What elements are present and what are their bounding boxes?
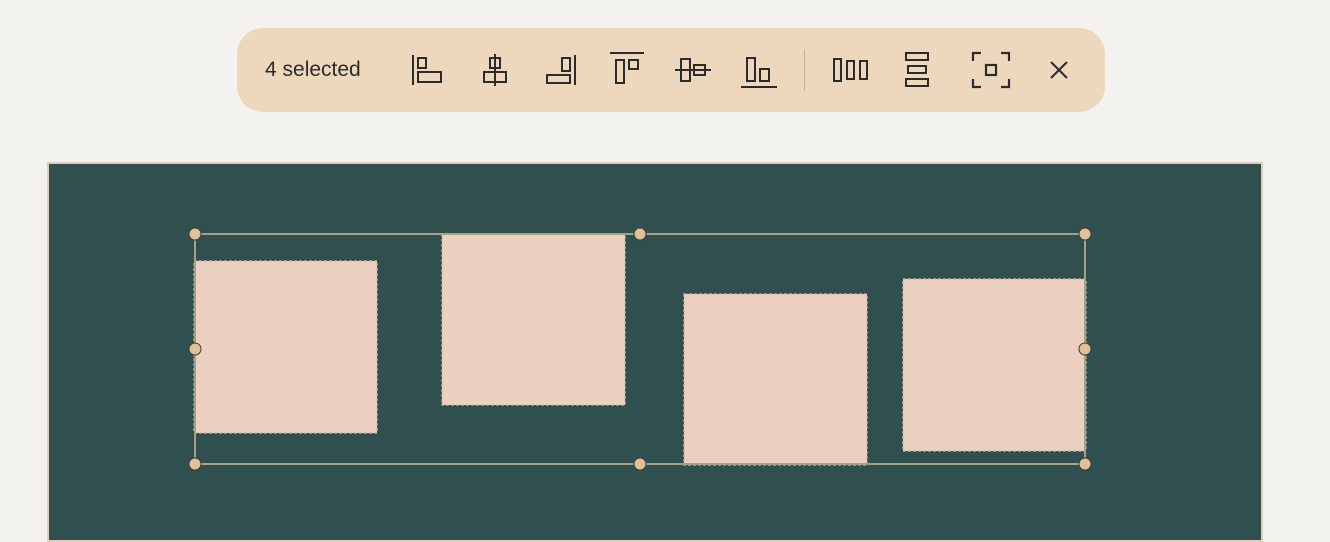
resize-handle-bottom-left[interactable] — [188, 457, 202, 471]
resize-handle-middle-right[interactable] — [1078, 342, 1092, 356]
resize-handle-top-center[interactable] — [633, 227, 647, 241]
zoom-to-selection-button[interactable] — [971, 50, 1011, 90]
close-toolbar-button[interactable] — [1039, 50, 1079, 90]
align-top-icon — [610, 52, 644, 84]
focus-frame-icon — [971, 51, 1011, 89]
toolbar-separator — [804, 49, 805, 91]
selected-shape-2[interactable] — [441, 233, 626, 406]
align-center-horizontal-button[interactable] — [475, 50, 515, 90]
distribute-horizontal-icon — [833, 58, 868, 82]
resize-handle-top-right[interactable] — [1078, 227, 1092, 241]
resize-handle-top-left[interactable] — [188, 227, 202, 241]
canvas-area[interactable] — [47, 162, 1263, 542]
align-bottom-button[interactable] — [739, 50, 779, 90]
distribute-vertical-button[interactable] — [897, 50, 937, 90]
selected-shape-3[interactable] — [683, 293, 868, 466]
align-bottom-icon — [741, 57, 777, 88]
align-center-horizontal-icon — [483, 54, 507, 86]
align-top-button[interactable] — [607, 50, 647, 90]
selection-count-label: 4 selected — [265, 58, 361, 81]
align-right-icon — [546, 55, 576, 85]
align-middle-vertical-button[interactable] — [673, 50, 713, 90]
resize-handle-bottom-right[interactable] — [1078, 457, 1092, 471]
close-icon — [1050, 61, 1068, 79]
selected-shape-4[interactable] — [902, 278, 1087, 452]
align-left-icon — [412, 55, 442, 85]
align-right-button[interactable] — [541, 50, 581, 90]
distribute-horizontal-button[interactable] — [831, 50, 871, 90]
distribute-vertical-icon — [905, 52, 929, 87]
canvas-layer — [188, 227, 1092, 471]
selected-shape-1[interactable] — [193, 260, 378, 434]
resize-handle-middle-left[interactable] — [188, 342, 202, 356]
selection-toolbar: 4 selected — [237, 28, 1105, 112]
align-middle-vertical-icon — [675, 58, 711, 82]
resize-handle-bottom-center[interactable] — [633, 457, 647, 471]
align-left-button[interactable] — [407, 50, 447, 90]
